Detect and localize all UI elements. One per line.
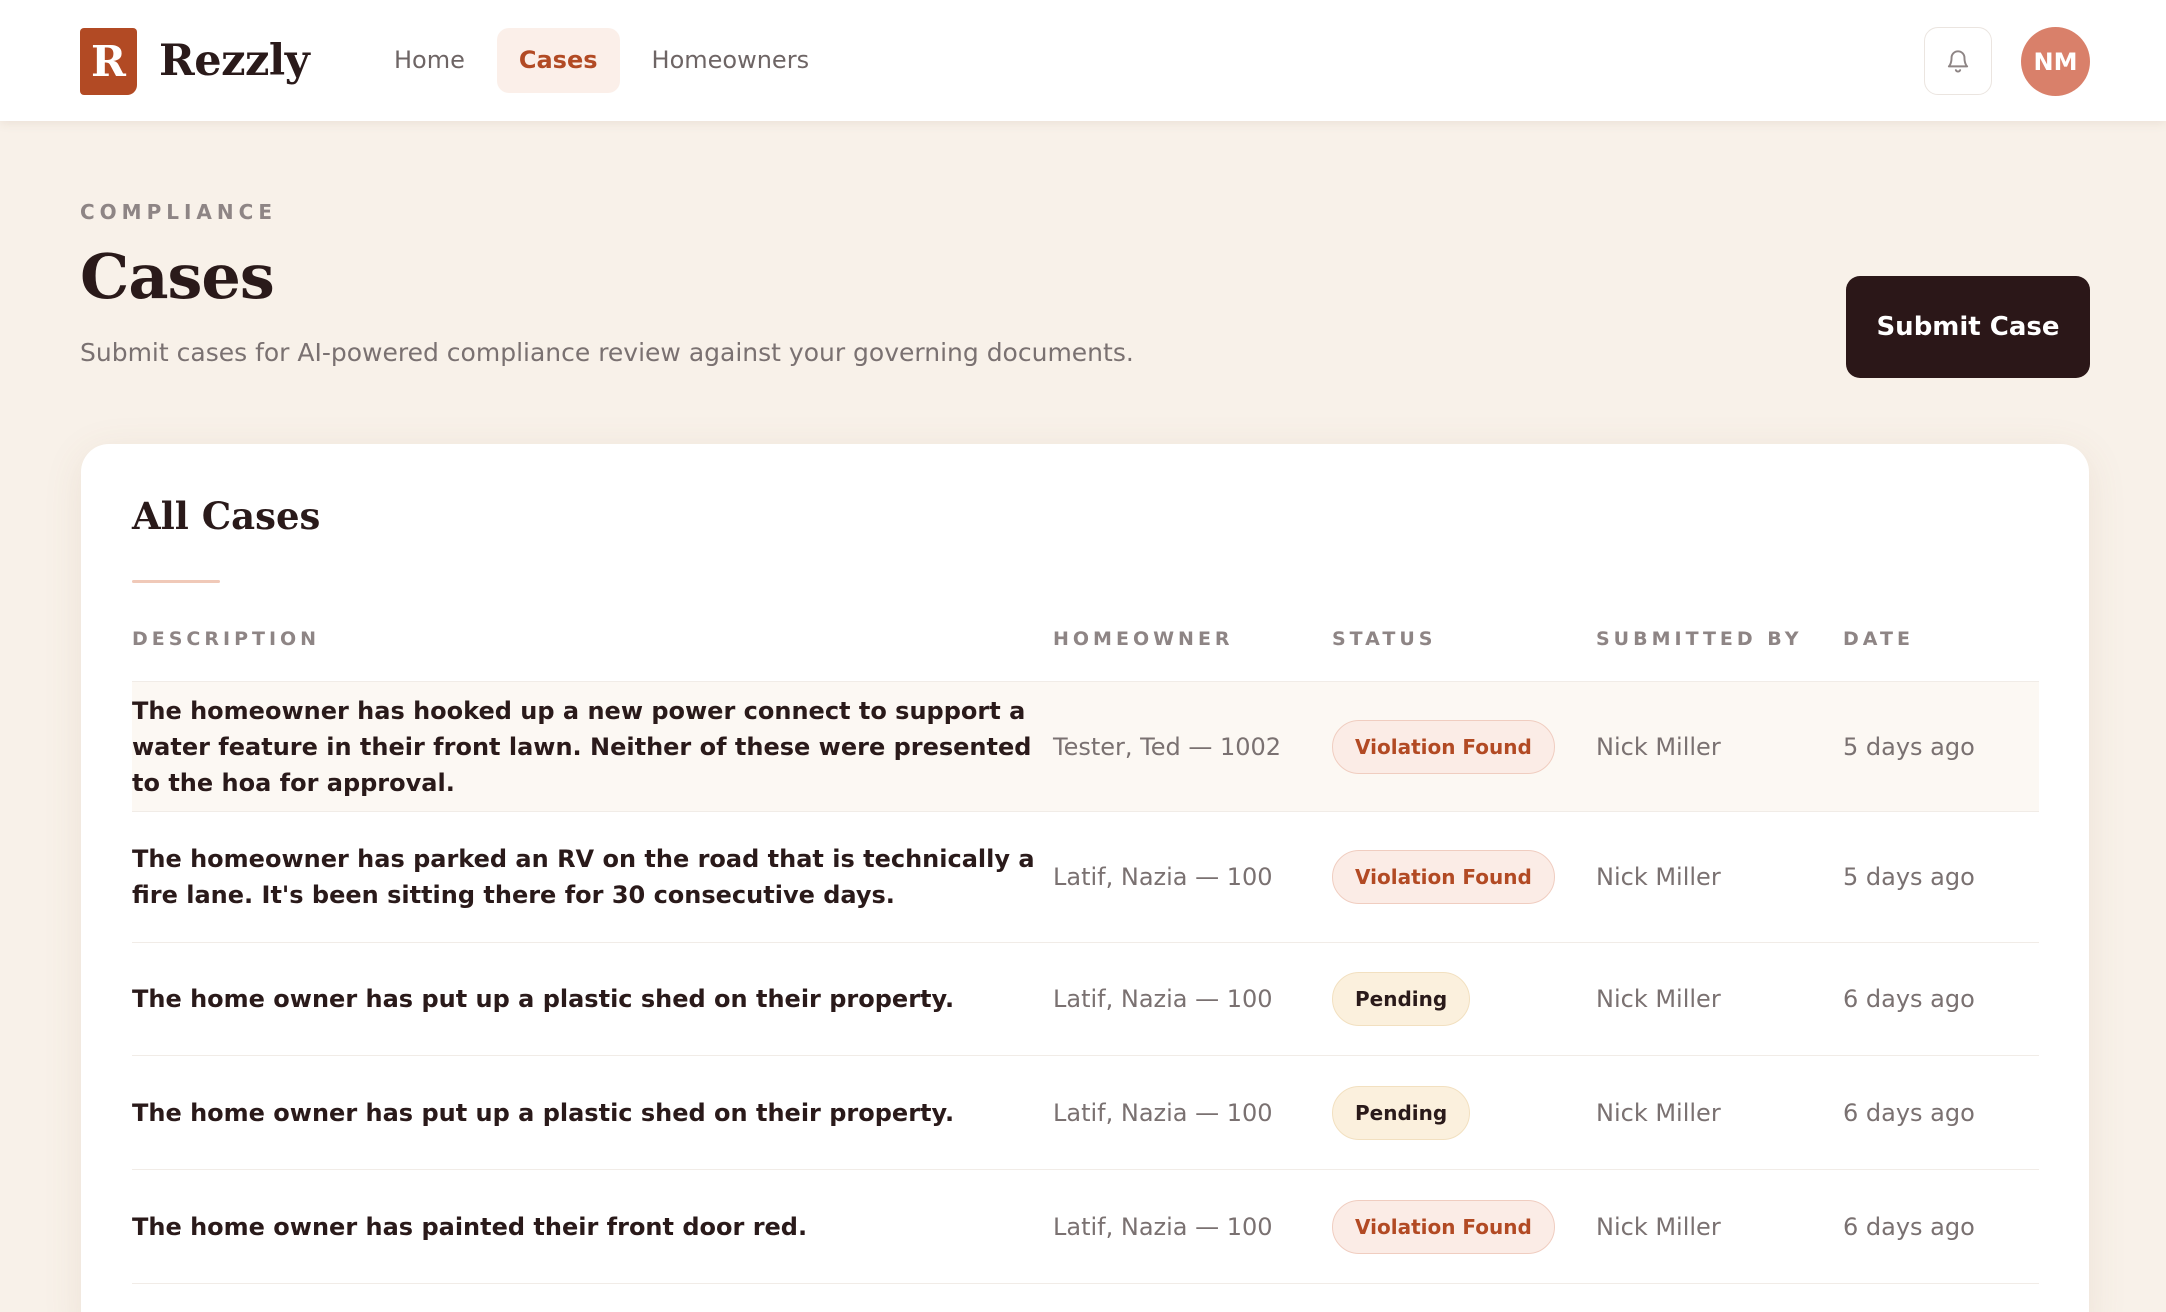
status-cell: Violation Found [1332, 682, 1555, 811]
case-description: The home owner has painted their front d… [132, 1212, 808, 1241]
notifications-button[interactable] [1924, 27, 1992, 95]
case-submitted-by: Nick Miller [1596, 985, 1721, 1013]
column-header-date[interactable]: DATE [1843, 628, 1914, 650]
status-badge: Pending [1332, 1085, 1471, 1140]
table-row[interactable]: The home owner has put up a plastic shed… [132, 943, 2039, 1056]
case-date: 5 days ago [1843, 863, 1975, 891]
table-row[interactable]: The homeowner has hooked up a new power … [132, 681, 2039, 812]
table-row[interactable]: The home owner has put up a plastic shed… [132, 1056, 2039, 1170]
case-description: The homeowner has parked an RV on the ro… [132, 845, 1035, 909]
nav-item-cases[interactable]: Cases [496, 28, 620, 93]
page-subtitle: Submit cases for AI-powered compliance r… [80, 338, 1134, 367]
table-row[interactable]: The home owner has painted their front d… [132, 1170, 2039, 1284]
top-nav: R Rezzly Home Cases Homeowners NM [0, 0, 2166, 121]
case-submitted-by: Nick Miller [1596, 1098, 1721, 1127]
page-title: Cases [80, 240, 275, 313]
case-homeowner: Tester, Ted — 1002 [1053, 732, 1282, 761]
logo-icon[interactable]: R [80, 28, 137, 95]
column-header-description[interactable]: DESCRIPTION [132, 628, 320, 650]
case-homeowner: Latif, Nazia — 100 [1053, 1098, 1273, 1127]
table-row[interactable]: The homeowner has parked an RV on the ro… [132, 812, 2039, 943]
section-eyebrow: COMPLIANCE [80, 200, 277, 224]
bell-icon [1947, 50, 1969, 73]
status-cell: Pending [1332, 1056, 1471, 1169]
case-description: The homeowner has hooked up a new power … [132, 696, 1032, 797]
card-title: All Cases [132, 494, 321, 538]
status-badge: Pending [1332, 972, 1471, 1026]
submit-case-button[interactable]: Submit Case [1846, 276, 2090, 378]
case-date: 5 days ago [1843, 732, 1975, 761]
cases-card: All Cases DESCRIPTION HOMEOWNER STATUS S… [81, 444, 2089, 1312]
status-badge: Violation Found [1332, 850, 1555, 904]
case-description: The home owner has put up a plastic shed… [132, 985, 955, 1013]
nav-item-home[interactable]: Home [372, 28, 487, 93]
case-date: 6 days ago [1843, 985, 1975, 1013]
column-header-submitted-by[interactable]: SUBMITTED BY [1596, 628, 1803, 650]
case-submitted-by: Nick Miller [1596, 1212, 1721, 1241]
column-header-status[interactable]: STATUS [1332, 628, 1436, 650]
case-homeowner: Latif, Nazia — 100 [1053, 985, 1273, 1013]
case-submitted-by: Nick Miller [1596, 863, 1721, 891]
case-description: The home owner has put up a plastic shed… [132, 1098, 955, 1127]
status-badge: Violation Found [1332, 719, 1555, 774]
main-nav: Home Cases Homeowners [372, 28, 831, 93]
status-cell: Violation Found [1332, 1170, 1555, 1283]
nav-item-homeowners[interactable]: Homeowners [630, 28, 832, 93]
status-badge: Violation Found [1332, 1199, 1555, 1254]
case-homeowner: Latif, Nazia — 100 [1053, 1212, 1273, 1241]
app-name[interactable]: Rezzly [159, 28, 310, 95]
case-homeowner: Latif, Nazia — 100 [1053, 863, 1273, 891]
case-date: 6 days ago [1843, 1098, 1975, 1127]
title-underline [132, 580, 220, 583]
case-date: 6 days ago [1843, 1212, 1975, 1241]
user-avatar[interactable]: NM [2021, 27, 2090, 96]
case-submitted-by: Nick Miller [1596, 732, 1721, 761]
status-cell: Pending [1332, 943, 1471, 1055]
column-header-homeowner[interactable]: HOMEOWNER [1053, 628, 1234, 650]
status-cell: Violation Found [1332, 812, 1555, 942]
